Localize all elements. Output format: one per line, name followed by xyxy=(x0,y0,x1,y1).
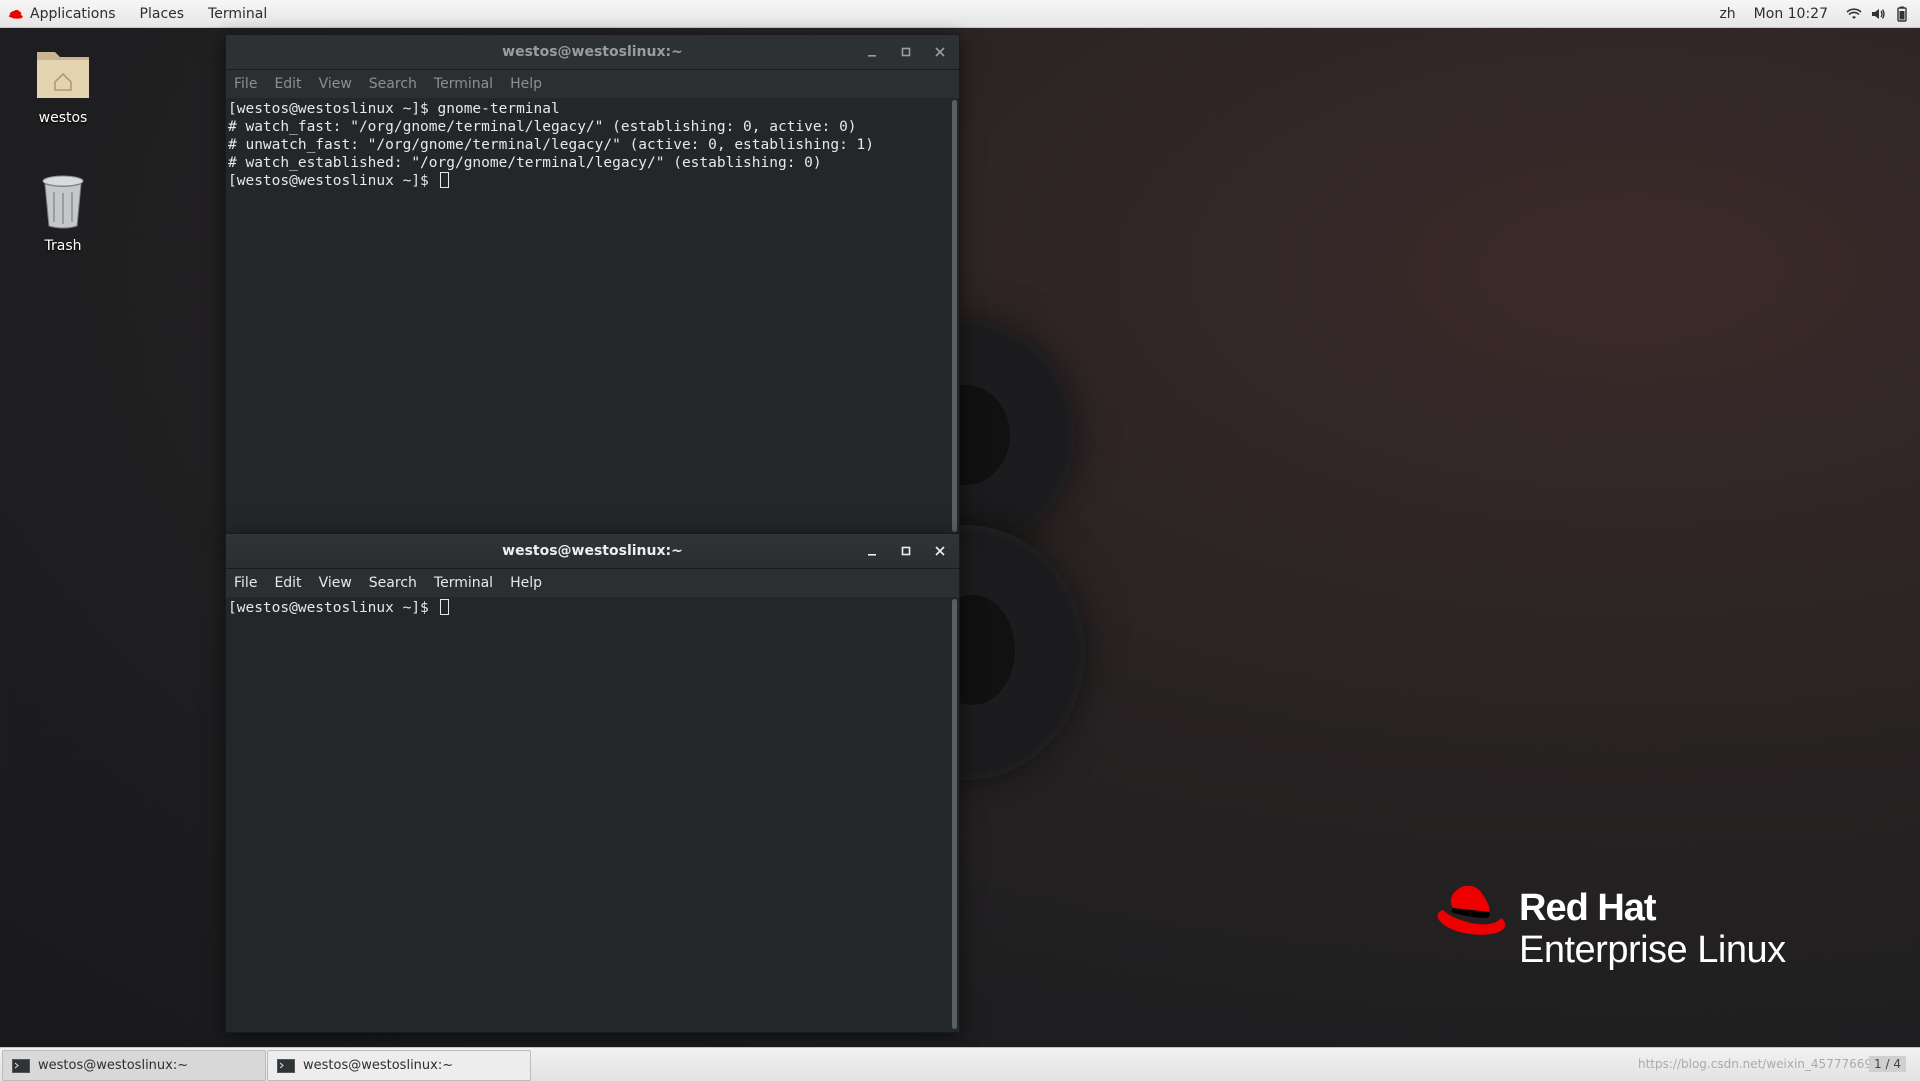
minimize-icon xyxy=(868,554,876,556)
maximize-icon xyxy=(901,47,911,57)
title-bar[interactable]: westos@westoslinux:~ xyxy=(226,534,959,569)
taskbar-window-button[interactable]: westos@westoslinux:~ xyxy=(267,1050,531,1081)
window-title: westos@westoslinux:~ xyxy=(502,543,683,559)
minimize-button[interactable] xyxy=(855,534,889,568)
trash-shortcut[interactable]: Trash xyxy=(8,172,118,254)
menu-search[interactable]: Search xyxy=(369,76,417,92)
menu-edit[interactable]: Edit xyxy=(274,76,301,92)
terminal-prompt: [westos@westoslinux ~]$ xyxy=(228,173,438,189)
scrollbar[interactable] xyxy=(952,599,957,1029)
menu-help[interactable]: Help xyxy=(510,575,542,591)
taskbar-window-label: westos@westoslinux:~ xyxy=(38,1058,189,1073)
window-title: westos@westoslinux:~ xyxy=(502,44,683,60)
menu-bar: File Edit View Search Terminal Help xyxy=(226,70,959,98)
redhat-icon xyxy=(8,9,23,19)
workspace-indicator[interactable]: 1 / 4 xyxy=(1869,1056,1906,1072)
watermark-text: https://blog.csdn.net/weixin_45777669 xyxy=(1637,1057,1872,1071)
terminal-app-menu[interactable]: Terminal xyxy=(196,0,279,27)
redhat-hat-icon xyxy=(1437,885,1506,935)
terminal-output[interactable]: [westos@westoslinux ~]$ xyxy=(226,597,959,1031)
terminal-icon xyxy=(277,1058,295,1073)
battery-icon[interactable] xyxy=(1894,6,1910,22)
maximize-button[interactable] xyxy=(889,534,923,568)
minimize-button[interactable] xyxy=(855,35,889,69)
maximize-icon xyxy=(901,546,911,556)
top-panel: Applications Places Terminal zh Mon 10:2… xyxy=(0,0,1920,28)
taskbar-window-label: westos@westoslinux:~ xyxy=(303,1058,454,1073)
logo-line2: Enterprise Linux xyxy=(1519,929,1786,971)
close-button[interactable] xyxy=(923,534,957,568)
menu-view[interactable]: View xyxy=(319,76,352,92)
home-folder-shortcut[interactable]: westos xyxy=(8,44,118,126)
menu-search[interactable]: Search xyxy=(369,575,417,591)
trash-icon xyxy=(42,175,84,229)
close-icon xyxy=(935,47,945,57)
places-label: Places xyxy=(139,5,185,22)
menu-terminal[interactable]: Terminal xyxy=(434,76,493,92)
applications-label: Applications xyxy=(30,5,116,22)
terminal-line: # unwatch_fast: "/org/gnome/terminal/leg… xyxy=(228,137,875,153)
minimize-icon xyxy=(868,55,876,57)
menu-help[interactable]: Help xyxy=(510,76,542,92)
scrollbar[interactable] xyxy=(952,100,957,532)
terminal-app-label: Terminal xyxy=(208,5,268,22)
volume-icon[interactable] xyxy=(1870,6,1886,22)
taskbar-window-button[interactable]: westos@westoslinux:~ xyxy=(2,1050,266,1081)
menu-terminal[interactable]: Terminal xyxy=(434,575,493,591)
maximize-button[interactable] xyxy=(889,35,923,69)
menu-bar: File Edit View Search Terminal Help xyxy=(226,569,959,597)
terminal-window-top[interactable]: westos@westoslinux:~ File Edit View Sear… xyxy=(225,34,960,536)
menu-view[interactable]: View xyxy=(319,575,352,591)
terminal-line: # watch_established: "/org/gnome/termina… xyxy=(228,155,822,171)
clock[interactable]: Mon 10:27 xyxy=(1754,6,1828,22)
terminal-prompt: [westos@westoslinux ~]$ xyxy=(228,600,438,616)
home-folder-icon xyxy=(37,52,89,98)
close-button[interactable] xyxy=(923,35,957,69)
text-cursor xyxy=(439,599,449,615)
title-bar[interactable]: westos@westoslinux:~ xyxy=(226,35,959,70)
places-menu[interactable]: Places xyxy=(128,0,197,27)
menu-file[interactable]: File xyxy=(234,76,257,92)
logo-line1: Red Hat xyxy=(1519,887,1657,929)
home-folder-label: westos xyxy=(38,110,88,126)
terminal-line: # watch_fast: "/org/gnome/terminal/legac… xyxy=(228,119,857,135)
redhat-logo: Red Hat Enterprise Linux xyxy=(1433,882,1786,972)
terminal-output[interactable]: [westos@westoslinux ~]$ gnome-terminal # … xyxy=(226,98,959,534)
trash-label: Trash xyxy=(44,238,82,254)
menu-edit[interactable]: Edit xyxy=(274,575,301,591)
menu-file[interactable]: File xyxy=(234,575,257,591)
terminal-line: [westos@westoslinux ~]$ gnome-terminal xyxy=(228,101,560,117)
terminal-window-bottom[interactable]: westos@westoslinux:~ File Edit View Sear… xyxy=(225,533,960,1033)
input-method-indicator[interactable]: zh xyxy=(1719,6,1735,22)
applications-menu[interactable]: Applications xyxy=(0,0,128,27)
bottom-taskbar: westos@westoslinux:~ westos@westoslinux:… xyxy=(0,1047,1920,1081)
wifi-icon[interactable] xyxy=(1846,6,1862,22)
text-cursor xyxy=(439,172,449,188)
close-icon xyxy=(935,546,945,556)
terminal-icon xyxy=(12,1058,30,1073)
